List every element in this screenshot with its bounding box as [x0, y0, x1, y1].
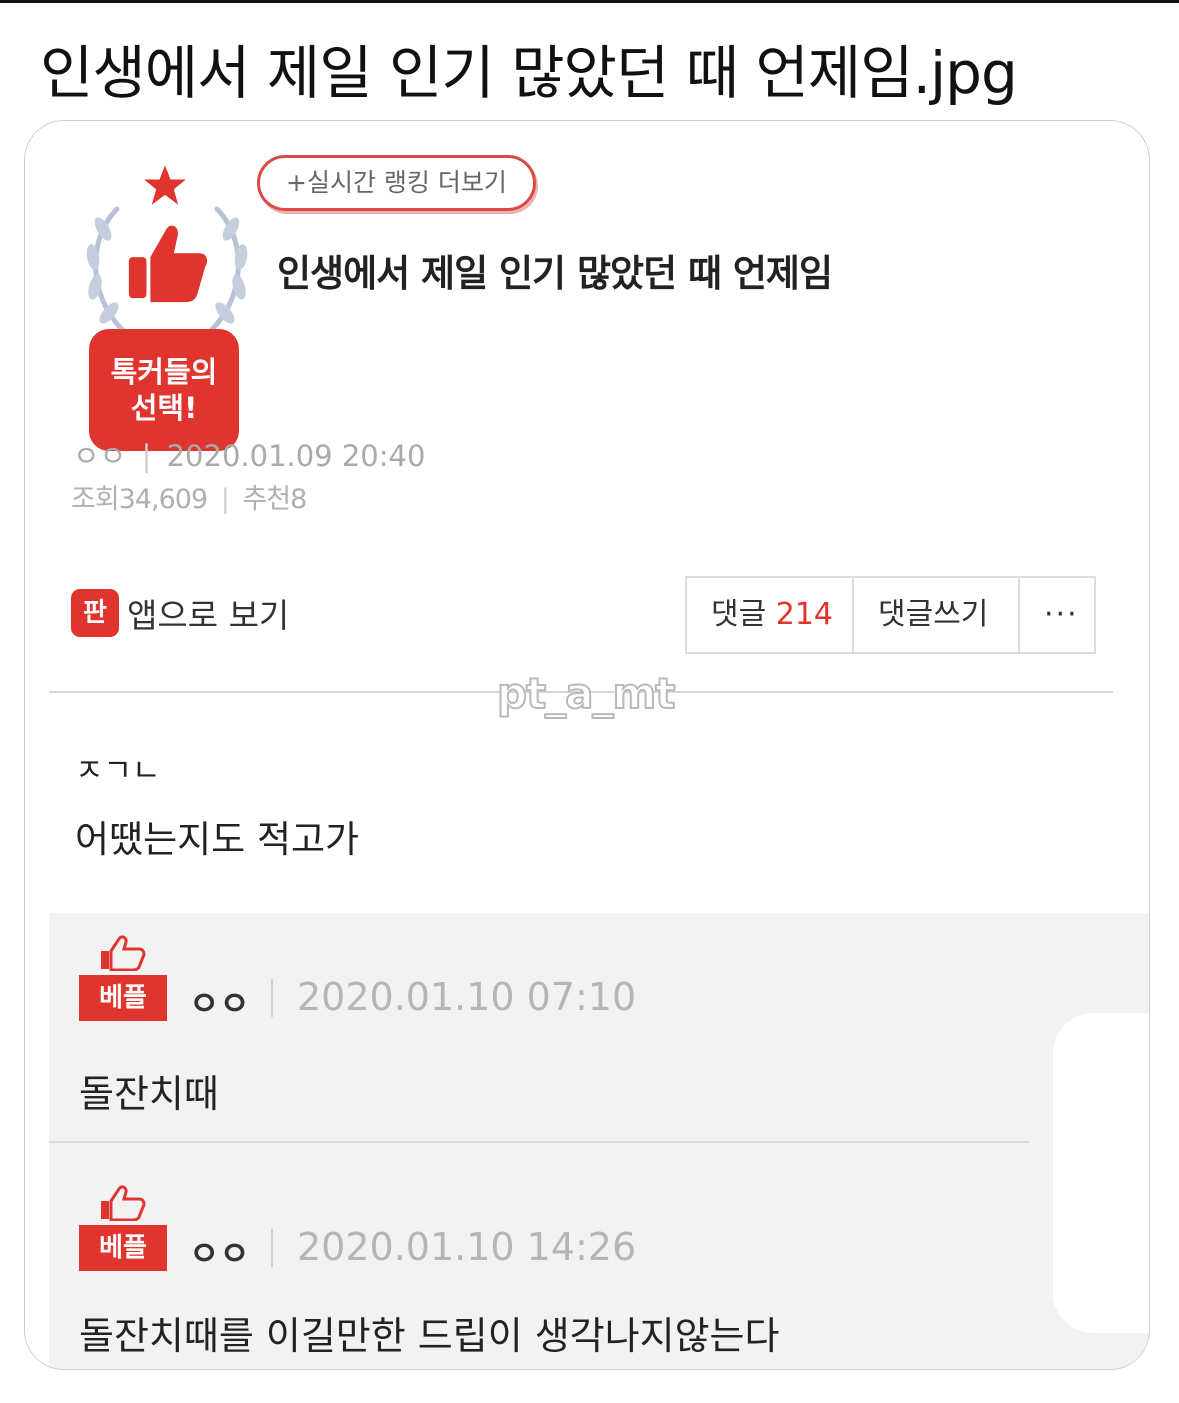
write-comment-button[interactable]: 댓글쓰기 — [854, 578, 1020, 652]
comment-count: 214 — [775, 597, 834, 632]
thumbs-up-icon — [101, 935, 146, 971]
meta-separator: | — [220, 484, 230, 515]
post-title: 인생에서 제일 인기 많았던 때 언제임 — [277, 252, 833, 295]
top-rule — [0, 0, 1179, 3]
best-label: 베플 — [79, 1225, 167, 1271]
best-comments-section: 베플 ㅇㅇ 2020.01.10 07:10 돌잔치때 베플 ㅇㅇ 2020.0… — [49, 913, 1149, 1369]
post-author[interactable]: ㅇㅇ — [73, 439, 126, 473]
post-recommend: 추천8 — [242, 484, 307, 515]
redaction-blob — [1053, 1013, 1149, 1333]
comment-datetime: 2020.01.10 14:26 — [297, 1225, 637, 1269]
comments-button[interactable]: 댓글 214 — [687, 578, 854, 652]
best-comment-badge: 베플 — [79, 935, 167, 1025]
post-stats: 조회34,609 | 추천8 — [71, 477, 307, 516]
realtime-ranking-button[interactable]: +실시간 랭킹 더보기 — [257, 155, 536, 211]
open-in-app-label: 앱으로 보기 — [127, 596, 290, 635]
post-meta: ㅇㅇ | 2020.01.09 20:40 — [73, 433, 425, 475]
watermark: pt_a_mt — [496, 668, 676, 719]
comment-author[interactable]: ㅇㅇ — [189, 1227, 250, 1275]
comment-text: 돌잔치때를 이길만한 드립이 생각나지않는다 — [79, 1314, 780, 1358]
badge-label-line2: 선택! — [130, 391, 198, 425]
comment-text: 돌잔치때 — [79, 1072, 219, 1116]
thumbs-up-icon — [101, 1185, 146, 1221]
open-in-app-link[interactable]: 판 앱으로 보기 — [71, 589, 289, 637]
post-body-line: 어땠는지도 적고가 — [75, 818, 360, 861]
meme-title: 인생에서 제일 인기 많았던 때 언제임.jpg — [40, 39, 1018, 107]
post-views: 조회34,609 — [71, 484, 208, 515]
post-body-line: ㅈㄱㄴ — [75, 753, 161, 789]
meta-separator: | — [141, 439, 152, 473]
thumbs-up-icon — [128, 225, 208, 303]
more-icon[interactable]: ··· — [1020, 578, 1094, 652]
meta-separator — [271, 979, 273, 1017]
talker-choice-badge: 톡커들의 선택! — [77, 163, 257, 451]
best-label: 베플 — [79, 975, 167, 1021]
post-card: 톡커들의 선택! +실시간 랭킹 더보기 인생에서 제일 인기 많았던 때 언제… — [24, 120, 1150, 1370]
comment-author[interactable]: ㅇㅇ — [189, 977, 250, 1025]
post-action-buttons: 댓글 214 댓글쓰기 ··· — [685, 576, 1096, 654]
pann-app-icon: 판 — [71, 589, 119, 637]
badge-label-line1: 톡커들의 — [110, 355, 218, 389]
best-comment-badge: 베플 — [79, 1185, 167, 1275]
meta-separator — [271, 1229, 273, 1267]
comment-datetime: 2020.01.10 07:10 — [297, 975, 637, 1019]
comments-label: 댓글 — [711, 597, 767, 632]
post-datetime: 2020.01.09 20:40 — [166, 439, 426, 473]
comment-divider — [49, 1141, 1029, 1143]
